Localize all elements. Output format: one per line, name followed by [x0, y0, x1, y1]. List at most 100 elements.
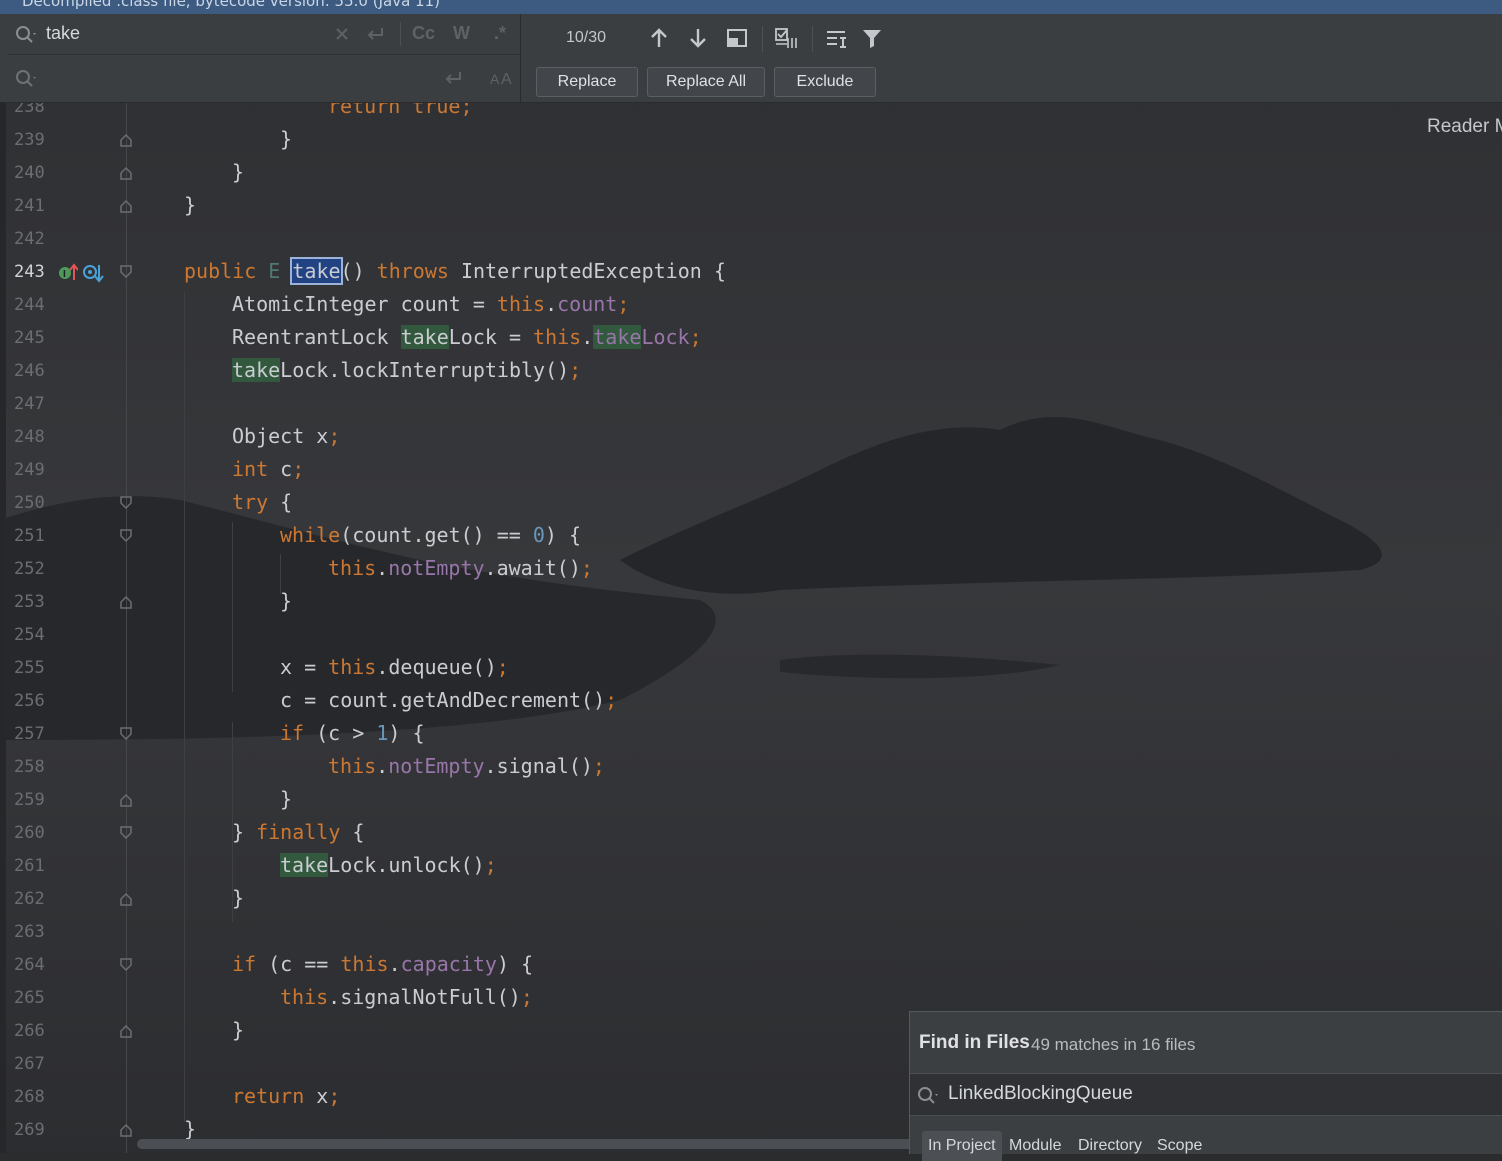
fold-end-icon[interactable] — [118, 792, 134, 808]
code-line: this.signalNotFull(); — [280, 985, 533, 1009]
decompiled-notification: Decompiled .class file, bytecode version… — [0, 0, 1502, 14]
reader-mode-toggle[interactable]: Reader Mode — [1398, 112, 1502, 142]
filter-search-results-icon[interactable] — [824, 26, 848, 50]
match-summary: 49 matches in 16 files — [1031, 1035, 1196, 1054]
svg-text:A: A — [490, 71, 500, 87]
tab-directory[interactable]: Directory — [1078, 1137, 1142, 1155]
code-line: while(count.get() == 0) { — [280, 523, 582, 547]
line-number: 242 — [14, 229, 45, 249]
code-line: } — [184, 1117, 197, 1141]
exclude-button[interactable]: Exclude — [774, 67, 876, 97]
whole-words-toggle[interactable]: W — [453, 23, 470, 44]
find-row: take Cc W .* — [8, 14, 520, 55]
line-number: 263 — [14, 922, 45, 942]
line-number: 258 — [14, 757, 45, 777]
replace-button[interactable]: Replace — [536, 67, 638, 97]
line-number: 247 — [14, 394, 45, 414]
code-line: } finally { — [232, 820, 365, 844]
line-number: 252 — [14, 559, 45, 579]
line-number: 256 — [14, 691, 45, 711]
line-number: 244 — [14, 295, 45, 315]
fold-start-icon[interactable] — [118, 957, 134, 973]
code-line: } — [232, 1018, 245, 1042]
fold-end-icon[interactable] — [118, 165, 134, 181]
code-line: x = this.dequeue(); — [280, 655, 509, 679]
code-line: public E take() throws InterruptedExcept… — [184, 257, 726, 285]
code-line: this.notEmpty.signal(); — [328, 754, 605, 778]
line-number: 240 — [14, 163, 45, 183]
implementing-method-icon[interactable]: I — [58, 262, 78, 284]
code-line: } — [232, 886, 245, 910]
code-line: ReentrantLock takeLock = this.takeLock; — [232, 325, 702, 349]
fold-end-icon[interactable] — [118, 594, 134, 610]
line-number: 255 — [14, 658, 45, 678]
select-all-occurrences-icon[interactable] — [725, 26, 749, 50]
line-number: 261 — [14, 856, 45, 876]
match-case-toggle[interactable]: Cc — [412, 23, 435, 44]
replace-all-button[interactable]: Replace All — [647, 67, 765, 97]
fold-start-icon[interactable] — [118, 264, 134, 280]
indent-guide — [280, 554, 281, 594]
search-icon[interactable] — [14, 24, 38, 44]
select-occurrence-icon[interactable] — [774, 26, 802, 50]
code-line: } — [232, 160, 245, 184]
find-in-files-title: Find in Files — [919, 1032, 1030, 1053]
find-replace-panel: take Cc W .* A A 10/30 Replace Replace A… — [0, 14, 1502, 103]
fold-end-icon[interactable] — [118, 1122, 134, 1138]
find-input[interactable]: take — [46, 23, 80, 44]
gutter-divider — [126, 102, 127, 1153]
current-line-number: 243 — [14, 262, 45, 282]
line-number: 253 — [14, 592, 45, 612]
search-icon[interactable] — [14, 68, 38, 88]
code-editor[interactable]: 238 239 240 241 242 243 244 245 246 247 … — [0, 94, 1502, 1153]
clear-icon[interactable] — [334, 26, 350, 42]
regex-toggle[interactable]: .* — [494, 23, 506, 44]
code-line: this.notEmpty.await(); — [328, 556, 593, 580]
code-line: } — [280, 787, 293, 811]
code-line: } — [280, 589, 293, 613]
code-line: try { — [232, 490, 293, 514]
find-in-files-search[interactable]: LinkedBlockingQueue — [910, 1073, 1502, 1116]
search-match: take — [593, 325, 642, 349]
line-number: 266 — [14, 1021, 45, 1041]
fold-end-icon[interactable] — [118, 198, 134, 214]
search-match: take — [232, 358, 281, 382]
filter-icon[interactable] — [860, 26, 884, 50]
fold-end-icon[interactable] — [118, 1023, 134, 1039]
panel-separator — [520, 14, 521, 102]
line-number: 248 — [14, 427, 45, 447]
new-line-icon[interactable] — [364, 25, 386, 43]
line-number: 239 — [14, 130, 45, 150]
fold-start-icon[interactable] — [118, 825, 134, 841]
next-occurrence-icon[interactable] — [686, 26, 710, 50]
implemented-method-icon[interactable] — [82, 262, 104, 284]
previous-occurrence-icon[interactable] — [647, 26, 671, 50]
code-line: takeLock.lockInterruptibly(); — [232, 358, 582, 382]
line-number: 249 — [14, 460, 45, 480]
line-number: 265 — [14, 988, 45, 1008]
code-line: if (c == this.capacity) { — [232, 952, 534, 976]
tab-scope[interactable]: Scope — [1157, 1137, 1202, 1155]
fold-end-icon[interactable] — [118, 132, 134, 148]
fold-start-icon[interactable] — [118, 495, 134, 511]
code-line: } — [184, 193, 197, 217]
line-number: 262 — [14, 889, 45, 909]
notification-text: Decompiled .class file, bytecode version… — [22, 0, 440, 10]
preserve-case-icon[interactable]: A A — [490, 68, 514, 88]
line-number: 250 — [14, 493, 45, 513]
fold-start-icon[interactable] — [118, 726, 134, 742]
tab-module[interactable]: Module — [1009, 1137, 1061, 1155]
code-line: return x; — [232, 1084, 341, 1108]
fold-start-icon[interactable] — [118, 528, 134, 544]
indent-guide — [232, 522, 233, 692]
search-icon[interactable] — [916, 1085, 940, 1105]
horizontal-scrollbar[interactable] — [137, 1139, 917, 1149]
current-search-match: take — [290, 257, 343, 285]
code-line: takeLock.unlock(); — [280, 853, 497, 877]
line-number: 257 — [14, 724, 45, 744]
fold-end-icon[interactable] — [118, 891, 134, 907]
find-in-files-input[interactable]: LinkedBlockingQueue — [948, 1083, 1133, 1105]
new-line-icon[interactable] — [442, 69, 464, 87]
match-count: 10/30 — [566, 29, 607, 46]
tab-in-project[interactable]: In Project — [922, 1131, 1002, 1161]
